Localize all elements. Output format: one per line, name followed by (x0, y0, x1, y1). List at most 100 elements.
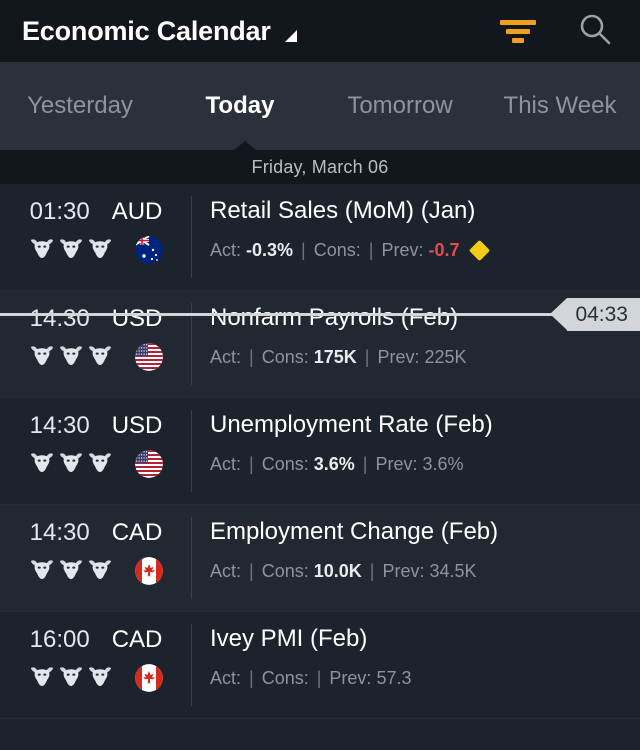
actual-label: Act: (210, 561, 242, 582)
impact-rating (29, 558, 113, 585)
period-tabs: Yesterday Today Tomorrow This Week (0, 62, 640, 150)
consensus-label: Cons: (261, 668, 309, 689)
previous-label: Prev: (382, 561, 425, 582)
stat-separator: | (249, 668, 254, 689)
impact-bull-icon (58, 237, 84, 264)
previous-value: -0.7 (428, 240, 460, 261)
column-divider (191, 624, 192, 706)
event-meta: 01:30 AUD (0, 184, 192, 290)
impact-bull-icon (29, 344, 55, 371)
previous-value: 34.5K (429, 561, 477, 582)
event-stats: Act: | Cons: 10.0K | Prev: 34.5K (210, 561, 640, 582)
stat-separator: | (249, 347, 254, 368)
consensus-label: Cons: (261, 454, 309, 475)
actual-label: Act: (210, 347, 242, 368)
impact-rating (29, 451, 113, 478)
event-body: Retail Sales (MoM) (Jan) Act: -0.3% | Cons: |… (192, 184, 640, 262)
tab-tomorrow[interactable]: Tomorrow (320, 92, 480, 120)
event-row[interactable]: 14:30 CAD Employment Change (Feb) Act: | Cons… (0, 505, 640, 612)
stat-separator: | (316, 668, 322, 689)
flag-usa-icon (135, 450, 163, 478)
impact-bull-icon (87, 451, 113, 478)
event-body: Unemployment Rate (Feb) Act: | Cons: 3.6% | Pr… (192, 398, 640, 475)
previous-label: Prev: (381, 240, 424, 261)
event-row[interactable]: 14:30 USD Unemployment Rate (Feb) Act: | Cons… (0, 398, 640, 505)
actual-label: Act: (210, 668, 242, 689)
event-time: 14:30 (29, 412, 90, 439)
column-divider (191, 517, 192, 599)
flag-canada-icon (135, 557, 163, 585)
event-meta: 14:30 USD (0, 291, 192, 397)
tab-this-week[interactable]: This Week (480, 92, 640, 120)
stat-separator: | (362, 454, 368, 475)
event-list: 01:30 AUD Retail Sales (MoM) (Jan) Act: -0.3… (0, 184, 640, 719)
event-stats: Act: -0.3% | Cons: | Prev: -0.7 (210, 240, 640, 262)
consensus-value: 3.6% (313, 454, 355, 475)
event-meta: 14:30 CAD (0, 505, 192, 611)
event-stats: Act: | Cons: 3.6% | Prev: 3.6% (210, 454, 640, 475)
event-body: Ivey PMI (Feb) Act: | Cons: | Prev: 57.3 (192, 612, 640, 689)
event-title: Ivey PMI (Feb) (210, 625, 368, 652)
tab-today[interactable]: Today (160, 92, 320, 120)
column-divider (191, 196, 192, 278)
filter-icon[interactable] (500, 19, 536, 43)
chevron-down-icon[interactable] (284, 30, 297, 42)
event-row[interactable]: 14:30 USD Nonfarm Payrolls (Feb) Act: | Cons:… (0, 291, 640, 398)
impact-bull-icon (87, 558, 113, 585)
impact-bull-icon (29, 451, 55, 478)
stat-separator: | (368, 240, 374, 261)
flag-usa-icon (135, 343, 163, 371)
consensus-label: Cons: (261, 561, 309, 582)
event-title: Retail Sales (MoM) (Jan) (210, 197, 476, 224)
previous-label: Prev: (329, 668, 372, 689)
actual-label: Act: (210, 240, 242, 261)
yellow-diamond-icon (468, 240, 490, 262)
search-icon[interactable] (578, 12, 612, 51)
consensus-value: 175K (313, 347, 357, 368)
column-divider (191, 410, 192, 492)
header-actions (500, 12, 618, 51)
previous-value: 225K (424, 347, 467, 368)
impact-bull-icon (58, 558, 84, 585)
event-currency: CAD (111, 626, 163, 653)
event-body: Employment Change (Feb) Act: | Cons: 10.0K | P… (192, 505, 640, 582)
impact-rating (29, 344, 113, 371)
event-time: 01:30 (29, 198, 90, 225)
current-time-badge: 04:33 (550, 298, 640, 331)
event-row[interactable]: 16:00 CAD Ivey PMI (Feb) Act: | Cons: | Prev: 57… (0, 612, 640, 719)
event-currency: AUD (111, 198, 163, 225)
impact-rating (29, 237, 113, 264)
stat-separator: | (301, 240, 306, 261)
page-title: Economic Calendar (22, 15, 271, 46)
event-title: Unemployment Rate (Feb) (210, 411, 493, 438)
event-currency: CAD (111, 519, 163, 546)
actual-label: Act: (210, 454, 242, 475)
event-stats: Act: | Cons: | Prev: 57.3 (210, 668, 640, 689)
stat-separator: | (249, 454, 254, 475)
impact-bull-icon (29, 665, 55, 692)
tab-yesterday[interactable]: Yesterday (0, 92, 160, 120)
previous-label: Prev: (377, 347, 420, 368)
impact-bull-icon (58, 451, 84, 478)
impact-bull-icon (58, 665, 84, 692)
impact-bull-icon (87, 237, 113, 264)
event-meta: 14:30 USD (0, 398, 192, 504)
previous-value: 57.3 (376, 668, 412, 689)
event-time: 14:30 (29, 305, 90, 332)
impact-bull-icon (29, 237, 55, 264)
event-currency: USD (111, 305, 163, 332)
event-row[interactable]: 01:30 AUD Retail Sales (MoM) (Jan) Act: -0.3… (0, 184, 640, 291)
consensus-label: Cons: (261, 347, 309, 368)
event-stats: Act: | Cons: 175K | Prev: 225K (210, 347, 640, 368)
event-time: 14:30 (29, 519, 90, 546)
app-header: Economic Calendar (0, 0, 640, 62)
impact-bull-icon (87, 344, 113, 371)
impact-rating (29, 665, 113, 692)
active-tab-indicator-icon (234, 141, 256, 150)
event-title: Employment Change (Feb) (210, 518, 499, 545)
impact-bull-icon (58, 344, 84, 371)
flag-australia-icon (135, 236, 163, 264)
impact-bull-icon (87, 665, 113, 692)
impact-bull-icon (29, 558, 55, 585)
previous-label: Prev: (375, 454, 418, 475)
